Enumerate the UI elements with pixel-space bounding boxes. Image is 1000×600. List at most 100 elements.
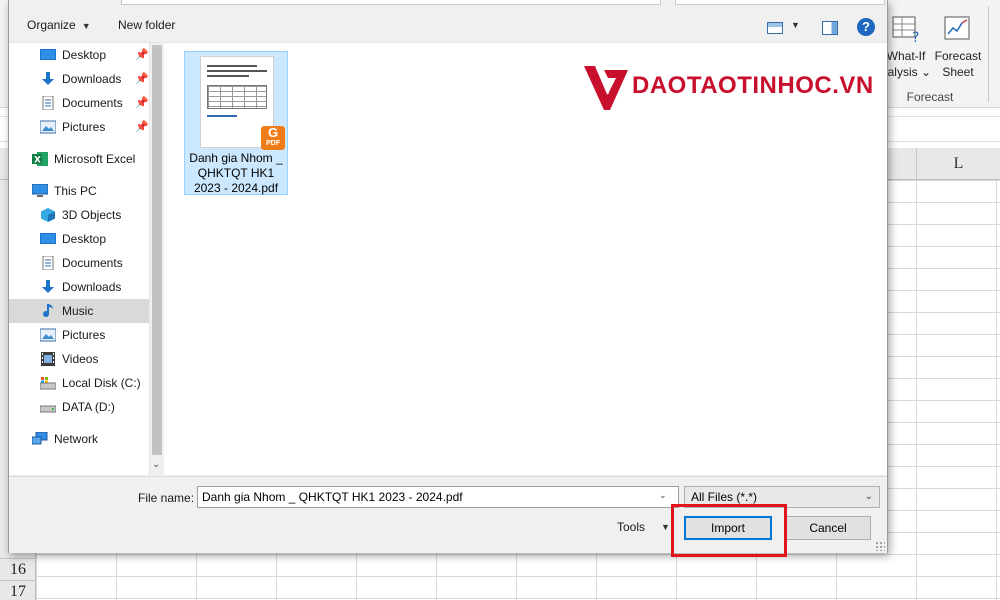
nav-label: DATA (D:) bbox=[62, 400, 115, 414]
file-name-line: 2023 - 2024.pdf bbox=[193, 181, 279, 195]
nav-item-downloads[interactable]: Downloads bbox=[9, 275, 149, 299]
nav-item-desktop[interactable]: Desktop bbox=[9, 227, 149, 251]
nav-item-documents[interactable]: Documents bbox=[9, 251, 149, 275]
foxit-glyph: G bbox=[267, 125, 279, 140]
help-icon[interactable]: ? bbox=[857, 18, 875, 36]
nav-item-desktop-quick[interactable]: Desktop 📌 bbox=[9, 43, 149, 67]
ribbon-group-label: Forecast bbox=[906, 90, 954, 104]
logo-mark-icon bbox=[584, 65, 628, 110]
logo-text: DAOTAOTINHOC.VN bbox=[632, 72, 874, 99]
thumb-text-line bbox=[207, 75, 249, 77]
pictures-icon bbox=[40, 328, 56, 342]
view-options-chevron-icon[interactable]: ▼ bbox=[791, 20, 800, 30]
svg-text:?: ? bbox=[912, 30, 919, 44]
nav-label: Downloads bbox=[62, 72, 122, 86]
nav-item-this-pc[interactable]: This PC bbox=[9, 179, 149, 203]
nav-label: Videos bbox=[62, 352, 99, 366]
nav-label: Pictures bbox=[62, 328, 106, 342]
nav-label: Pictures bbox=[62, 120, 106, 134]
downloads-icon bbox=[42, 280, 54, 293]
column-header-l[interactable]: L bbox=[916, 148, 1000, 180]
documents-icon bbox=[42, 96, 54, 110]
desktop-icon bbox=[40, 49, 56, 60]
what-if-label-1: What-If bbox=[886, 49, 926, 63]
nav-label: Desktop bbox=[62, 232, 107, 246]
network-icon bbox=[32, 432, 48, 445]
resize-grip-icon[interactable] bbox=[875, 541, 885, 551]
nav-item-pictures-quick[interactable]: Pictures 📌 bbox=[9, 115, 149, 139]
file-name-input[interactable]: Danh gia Nhom _ QHKTQT HK1 2023 - 2024.p… bbox=[197, 486, 679, 508]
ribbon-separator bbox=[988, 6, 989, 102]
file-name-label: Danh gia Nhom _ QHKTQT HK1 2023 - 2024.p… bbox=[187, 151, 285, 196]
cancel-button[interactable]: Cancel bbox=[785, 516, 871, 540]
file-type-filter-value: All Files (*.*) bbox=[691, 490, 758, 504]
nav-label: Network bbox=[54, 432, 99, 446]
forecast-sheet-button[interactable]: Forecast Sheet bbox=[932, 14, 984, 80]
pdf-badge-label: PDF bbox=[266, 140, 280, 147]
nav-item-data-d[interactable]: DATA (D:) bbox=[9, 395, 149, 419]
nav-item-music[interactable]: Music bbox=[9, 299, 149, 323]
desktop-icon bbox=[40, 233, 56, 244]
file-name-history-chevron-icon[interactable]: ⌄ bbox=[659, 490, 667, 501]
file-item-selected[interactable]: G PDF Danh gia Nhom _ QHKTQT HK1 2023 - … bbox=[184, 51, 288, 195]
address-bar[interactable] bbox=[121, 0, 661, 5]
downloads-icon bbox=[42, 72, 54, 85]
command-bar: Organize ▼ New folder ▼ ? bbox=[9, 10, 887, 42]
chevron-down-icon: ⌄ bbox=[864, 491, 873, 502]
forecast-label-1: Forecast bbox=[934, 49, 982, 63]
nav-label: This PC bbox=[54, 184, 97, 198]
nav-item-network[interactable]: Network bbox=[9, 427, 149, 451]
nav-label: Desktop bbox=[62, 48, 107, 62]
what-if-icon: ? bbox=[892, 16, 919, 44]
new-folder-button[interactable]: New folder bbox=[118, 18, 175, 32]
file-name-line: Danh gia Nhom _ bbox=[189, 151, 283, 165]
navigation-scrollbar[interactable]: ⌄ bbox=[149, 43, 163, 476]
what-if-caret: ⌄ bbox=[920, 65, 932, 79]
nav-label: Local Disk (C:) bbox=[62, 376, 141, 390]
forecast-label-2: Sheet bbox=[942, 65, 974, 79]
address-strip bbox=[9, 0, 887, 6]
row-header-17[interactable]: 17 bbox=[0, 580, 36, 600]
nav-label: Documents bbox=[62, 256, 123, 270]
nav-item-documents-quick[interactable]: Documents 📌 bbox=[9, 91, 149, 115]
music-icon bbox=[43, 304, 53, 318]
file-name-field-label: File name: bbox=[138, 491, 195, 505]
organize-label: Organize bbox=[27, 18, 76, 32]
annotation-highlight-box bbox=[671, 504, 787, 557]
documents-icon bbox=[42, 256, 54, 270]
svg-text:X: X bbox=[34, 156, 41, 166]
pin-icon: 📌 bbox=[135, 121, 149, 133]
nav-item-microsoft-excel[interactable]: X Microsoft Excel bbox=[9, 147, 149, 171]
row-header-16[interactable]: 16 bbox=[0, 558, 36, 580]
scroll-down-chevron-icon[interactable]: ⌄ bbox=[152, 459, 160, 470]
scrollbar-thumb[interactable] bbox=[152, 45, 162, 455]
thumb-table bbox=[207, 85, 267, 109]
nav-item-videos[interactable]: Videos bbox=[9, 347, 149, 371]
drive-icon bbox=[40, 405, 56, 413]
excel-icon: X bbox=[32, 152, 48, 166]
thumb-text-line bbox=[207, 70, 267, 72]
preview-pane-icon[interactable] bbox=[822, 21, 838, 35]
nav-label: Music bbox=[62, 304, 94, 318]
nav-label: Documents bbox=[62, 96, 123, 110]
nav-item-pictures[interactable]: Pictures bbox=[9, 323, 149, 347]
nav-item-downloads-quick[interactable]: Downloads 📌 bbox=[9, 67, 149, 91]
daotaotinhoc-logo: DAOTAOTINHOC.VN bbox=[582, 62, 882, 114]
pin-icon: 📌 bbox=[135, 97, 149, 109]
videos-icon bbox=[41, 352, 55, 366]
change-view-icon[interactable] bbox=[767, 22, 783, 34]
thumb-text-line bbox=[207, 65, 257, 67]
nav-label: Microsoft Excel bbox=[54, 152, 136, 166]
nav-item-local-disk-c[interactable]: Local Disk (C:) bbox=[9, 371, 149, 395]
pin-icon: 📌 bbox=[135, 49, 149, 61]
pdf-file-icon: G PDF bbox=[261, 126, 285, 150]
nav-item-3d-objects[interactable]: 3D Objects bbox=[9, 203, 149, 227]
nav-label: 3D Objects bbox=[62, 208, 122, 222]
tools-button[interactable]: Tools bbox=[617, 520, 645, 534]
this-pc-icon bbox=[32, 184, 48, 197]
tools-chevron-down-icon[interactable]: ▼ bbox=[661, 522, 670, 532]
search-box[interactable] bbox=[675, 0, 885, 5]
pictures-icon bbox=[40, 120, 56, 134]
organize-button[interactable]: Organize ▼ bbox=[27, 18, 91, 32]
thumb-text-line bbox=[207, 115, 237, 117]
